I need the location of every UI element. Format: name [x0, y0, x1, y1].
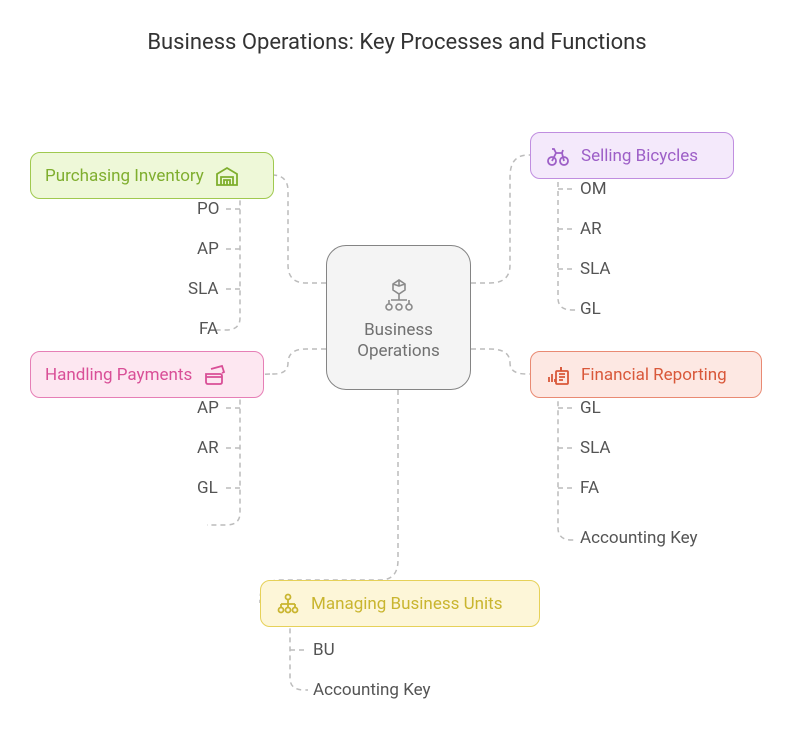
branch-financial: Financial Reporting: [530, 351, 762, 398]
leaf-financial-1: SLA: [580, 438, 611, 458]
diagram-title: Business Operations: Key Processes and F…: [0, 30, 794, 55]
leaf-managing-0: BU: [313, 640, 335, 660]
leaf-handling-1: AR: [197, 438, 219, 458]
leaf-purchasing-3: FA: [199, 319, 218, 339]
payment-icon: [202, 362, 228, 388]
leaf-purchasing-0: PO: [197, 199, 219, 219]
leaf-purchasing-1: AP: [197, 239, 219, 259]
leaf-selling-3: GL: [580, 299, 601, 319]
leaf-selling-2: SLA: [580, 259, 611, 279]
leaf-handling-0: AP: [197, 398, 219, 418]
bicycle-icon: [545, 143, 571, 169]
leaf-purchasing-2: SLA: [188, 279, 219, 299]
leaf-selling-1: AR: [580, 219, 602, 239]
leaf-managing-1: Accounting Key: [313, 680, 431, 700]
branch-handling-label: Handling Payments: [45, 365, 192, 385]
leaf-selling-0: OM: [580, 179, 607, 199]
branch-handling: Handling Payments: [30, 351, 264, 398]
warehouse-icon: [214, 163, 240, 189]
leaf-financial-2: FA: [580, 478, 599, 498]
leaf-handling-2: GL: [197, 478, 218, 498]
branch-managing-label: Managing Business Units: [311, 594, 502, 614]
branch-selling: Selling Bicycles: [530, 132, 734, 179]
org-chart-icon: [379, 274, 419, 314]
report-icon: [545, 362, 571, 388]
branch-selling-label: Selling Bicycles: [581, 146, 698, 166]
branch-purchasing: Purchasing Inventory: [30, 152, 274, 199]
hierarchy-icon: [275, 591, 301, 617]
center-node: BusinessOperations: [326, 245, 471, 390]
branch-purchasing-label: Purchasing Inventory: [45, 166, 204, 186]
center-label: BusinessOperations: [357, 320, 440, 361]
branch-financial-label: Financial Reporting: [581, 365, 727, 385]
leaf-financial-0: GL: [580, 398, 601, 418]
branch-managing: Managing Business Units: [260, 580, 540, 627]
leaf-financial-3: Accounting Key: [580, 528, 698, 548]
diagram-canvas: Business Operations: Key Processes and F…: [0, 0, 794, 752]
